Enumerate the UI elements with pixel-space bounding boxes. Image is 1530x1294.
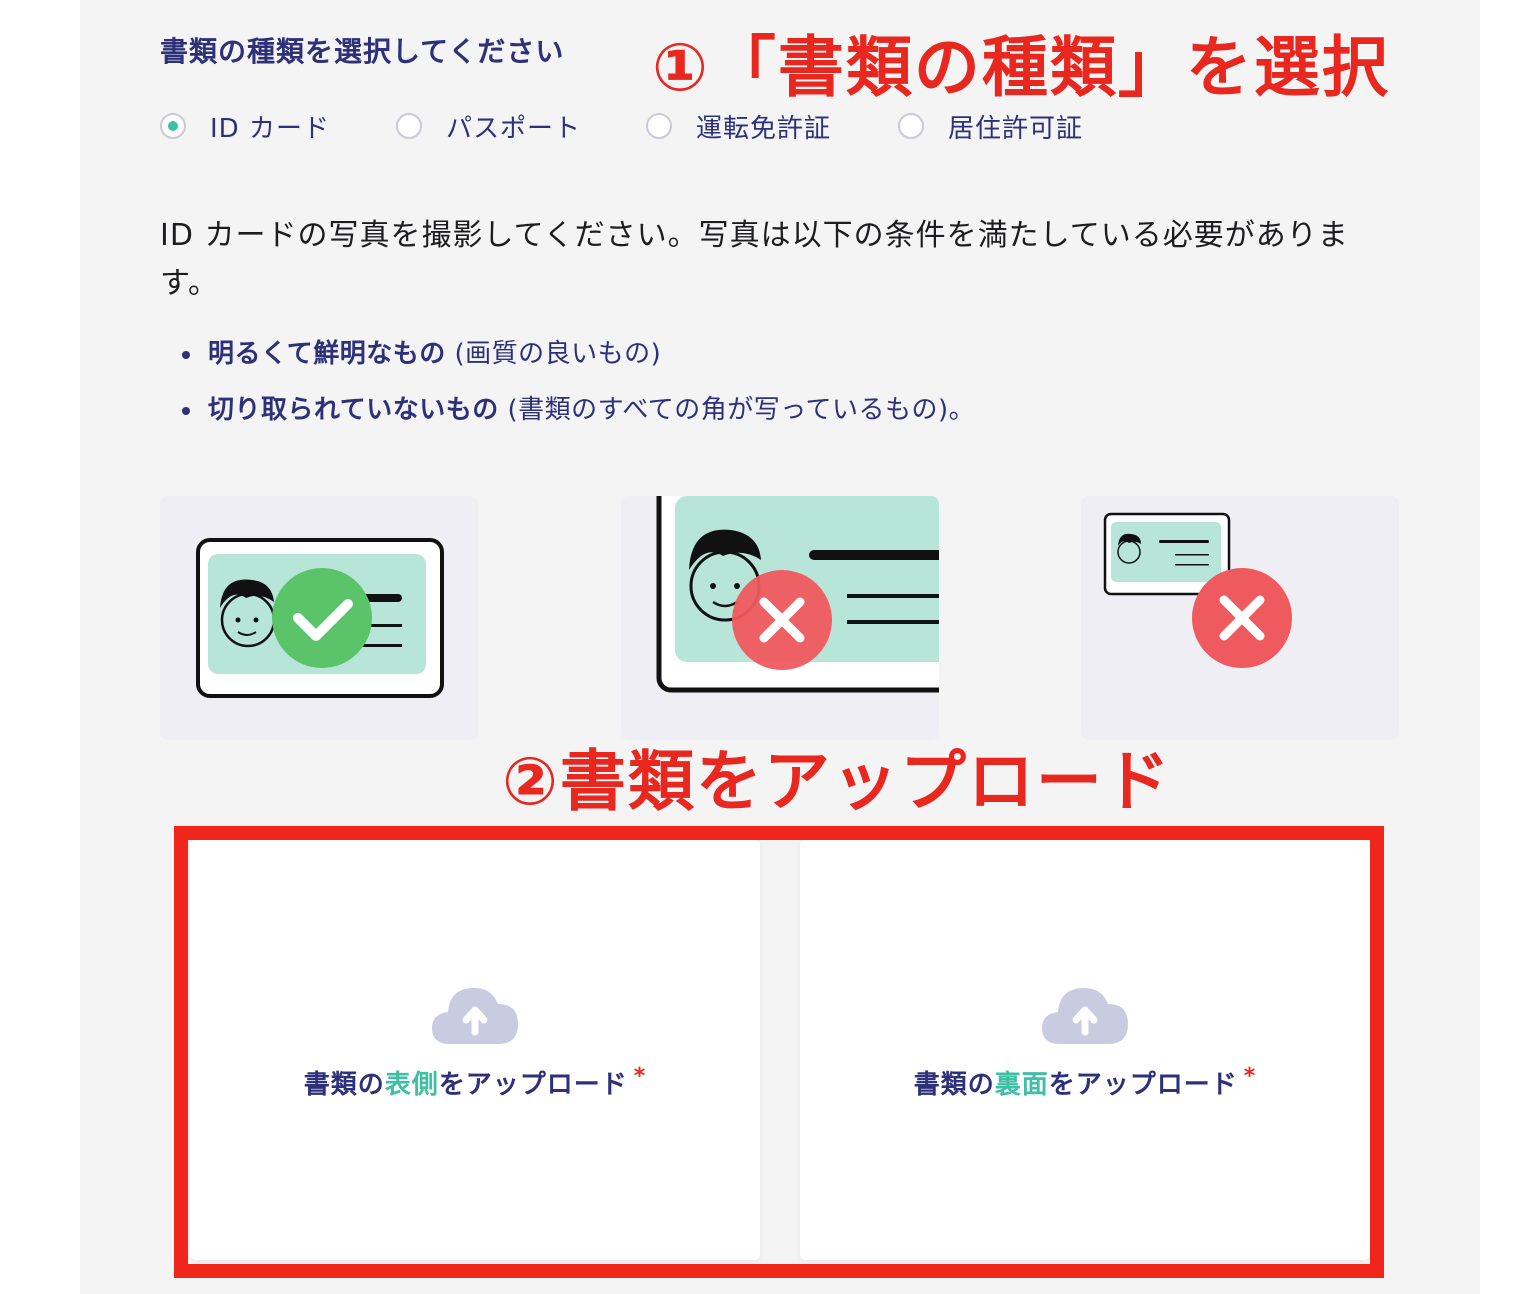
radio-label: 居住許可証 [948,113,1084,144]
annotation-step2: ②書類をアップロード [502,743,1172,820]
photo-instructions: ID カードの写真を撮影してください。写真は以下の条件を満たしている必要がありま… [160,218,1349,301]
requirement-title: 切り取られていないもの [208,395,499,425]
radio-indicator[interactable] [160,113,186,139]
radio-residence-permit[interactable]: 居住許可証 [898,104,1083,148]
requirement-title: 明るくて鮮明なもの [208,339,446,369]
annotation-step1: ①「書類の種類」を選択 [652,29,1390,106]
cross-icon [732,570,832,670]
face-icon [220,579,276,648]
list-item: 切り取られていないもの (書類のすべての角が写っているもの)。 [182,390,1382,446]
radio-indicator[interactable] [646,113,672,139]
example-cropped-photo [621,496,939,740]
example-small-photo [1081,496,1399,740]
radio-indicator[interactable] [396,113,422,139]
face-icon [1117,533,1141,564]
requirement-note: (画質の良いもの) [445,339,662,369]
radio-id-card[interactable]: ID カード [160,104,330,148]
radio-indicator[interactable] [898,113,924,139]
check-icon [272,568,372,668]
example-good-photo [160,496,478,740]
radio-label: パスポート [446,113,582,144]
cross-icon [1192,568,1292,668]
radio-label: 運転免許証 [696,113,832,144]
radio-label: ID カード [210,113,330,144]
list-item: 明るくて鮮明なもの (画質の良いもの) [182,334,1382,390]
requirement-note: (書類のすべての角が写っているもの)。 [498,395,976,425]
radio-passport[interactable]: パスポート [396,104,581,148]
document-type-title: 書類の種類を選択してください [160,35,565,68]
radio-drivers-license[interactable]: 運転免許証 [646,104,831,148]
upload-highlight-frame [174,826,1384,1278]
requirements-list: 明るくて鮮明なもの (画質の良いもの) 切り取られていないもの (書類のすべての… [182,334,1382,446]
